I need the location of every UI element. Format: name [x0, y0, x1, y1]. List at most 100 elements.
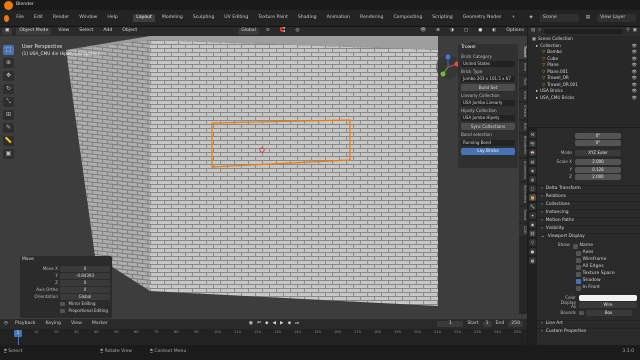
vd-check-row[interactable]: Texture Space [555, 271, 640, 278]
view-layer-tab-icon[interactable]: ▤ [529, 158, 536, 165]
section-motion-paths[interactable]: › Motion Paths [537, 217, 640, 225]
vd-check-row[interactable]: Axes [555, 250, 640, 257]
move-z-field[interactable]: 0 [60, 280, 110, 286]
visibility-eye-icon[interactable]: 👁 [632, 69, 640, 74]
move-y-field[interactable]: -0.84393 [60, 273, 110, 279]
sidebar-tab-trowel[interactable]: Trowel [519, 44, 527, 60]
overlay-toggle-icon[interactable]: ◑ [447, 28, 457, 35]
sidebar-tab-tool[interactable]: Tool [519, 75, 527, 87]
data-tab-icon[interactable]: ▽ [529, 239, 536, 246]
new-collection-icon[interactable]: ▣ [633, 29, 640, 34]
cursor-icon[interactable]: ⊕ [3, 58, 14, 68]
tab-animation[interactable]: Animation [324, 14, 353, 23]
object-tab-icon[interactable]: ■ [529, 194, 536, 201]
bond-dropdown[interactable]: Running Bond [461, 139, 515, 146]
next-key-icon[interactable]: ◆ [288, 321, 292, 327]
tab-rendering[interactable]: Rendering [357, 14, 386, 23]
show-axes-checkbox[interactable] [576, 251, 581, 256]
timeline-ruler[interactable]: 0102030405060708090100110120130140150160… [14, 330, 521, 337]
tab-scripting[interactable]: Scripting [429, 14, 455, 23]
texture-tab-icon[interactable]: ▦ [529, 257, 536, 264]
redo-check-row[interactable]: Mirror Editing [22, 300, 110, 307]
scene-tab-icon[interactable]: ◈ [529, 167, 536, 174]
gizmo-toggle-icon[interactable]: ⊕ [433, 28, 443, 35]
vd-check-row[interactable]: All Edges [555, 264, 640, 271]
shading-material-icon[interactable]: ◐ [489, 28, 499, 35]
visibility-eye-icon[interactable]: 👁 [632, 88, 640, 93]
world-tab-icon[interactable]: ◍ [529, 176, 536, 183]
timeline-editor-icon[interactable]: ◷ [4, 321, 8, 327]
rotation-y-field[interactable]: 0° [575, 132, 621, 139]
menu-select[interactable]: Select [76, 28, 96, 35]
sidebar-tab-create[interactable]: Create [519, 103, 527, 120]
outliner-editor-icon[interactable]: ▤ [531, 29, 535, 34]
tab-shading[interactable]: Shading [295, 14, 320, 23]
proportional-icon[interactable]: ◎ [292, 28, 302, 35]
output-tab-icon[interactable]: 🖶 [529, 149, 536, 156]
transform-icon[interactable]: ⊞ [3, 110, 14, 120]
bounds-checkbox[interactable] [579, 310, 584, 315]
scale-x-field[interactable]: 2.000 [575, 159, 621, 166]
show-shadow-checkbox[interactable] [576, 279, 581, 284]
editor-type-icon[interactable]: ▣ [2, 28, 13, 35]
section-instancing[interactable]: › Instancing [537, 209, 640, 217]
menu-window[interactable]: Window [76, 14, 100, 23]
section-viewport-display[interactable]: ⌄ Viewport Display [537, 233, 640, 241]
scale-z-field[interactable]: 2.000 [575, 174, 621, 181]
brick-type-dropdown[interactable]: Jumbo 203 x 101.5 x 67 [461, 76, 515, 82]
select-box-icon[interactable]: ⬚ [3, 45, 14, 55]
play-icon[interactable]: ▶ [280, 321, 284, 327]
move-icon[interactable]: ✥ [3, 71, 14, 81]
sidebar-tab-sketchfab[interactable]: Sketchfab [519, 183, 527, 205]
visibility-eye-icon[interactable]: 👁 [632, 43, 640, 48]
vd-check-row[interactable]: In Front [555, 285, 640, 292]
modifier-tab-icon[interactable]: 🔧 [529, 203, 536, 210]
jump-end-icon[interactable]: ⏭ [295, 321, 299, 327]
lay-bricks-button[interactable]: Lay Bricks [461, 147, 515, 155]
section-visibility[interactable]: › Visibility [537, 225, 640, 233]
sidebar-tab-view[interactable]: View [519, 88, 527, 102]
brick-category-dropdown[interactable]: United States [461, 60, 515, 67]
menu-playback[interactable]: Playback [12, 320, 39, 329]
visibility-eye-icon[interactable]: 👁 [632, 62, 640, 67]
show-all-edges-checkbox[interactable] [576, 265, 581, 270]
tab-texture-paint[interactable]: Texture Paint [255, 14, 291, 23]
view-layer-selector[interactable]: View Layer [597, 13, 636, 23]
proportional-editing-checkbox[interactable] [60, 308, 65, 314]
sync-collections-button[interactable]: Sync Collections [461, 123, 515, 131]
sidebar-tab-item[interactable]: Item [519, 61, 527, 74]
lineardy-collection-field[interactable]: USA Jumbo Linearly [461, 100, 515, 107]
rotation-mode-dropdown[interactable]: XYZ Euler [575, 149, 621, 156]
vd-check-row[interactable]: Show Name [555, 243, 640, 250]
tool-tab-icon[interactable]: ⚒ [529, 131, 536, 138]
particles-tab-icon[interactable]: ✦ [529, 212, 536, 219]
xray-toggle-icon[interactable]: ▢ [461, 28, 471, 35]
filter-icon[interactable]: ⚲ [626, 29, 629, 34]
play-reverse-icon[interactable]: ◀ [273, 321, 277, 327]
show-texture-space-checkbox[interactable] [576, 272, 581, 277]
section-collections[interactable]: › Collections [537, 201, 640, 209]
tab-sculpting[interactable]: Sculpting [190, 14, 217, 23]
vd-check-row[interactable]: Wireframe [555, 257, 640, 264]
visibility-eye-icon[interactable]: 👁 [632, 49, 640, 54]
menu-marker[interactable]: Marker [89, 320, 111, 329]
show-name-checkbox[interactable] [573, 244, 578, 249]
timeline[interactable]: 0102030405060708090100110120130140150160… [0, 329, 527, 345]
scale-y-field[interactable]: 0.128 [575, 166, 621, 173]
render-tab-icon[interactable]: 📷 [529, 140, 536, 147]
menu-object[interactable]: Object [119, 28, 140, 35]
material-tab-icon[interactable]: ● [529, 248, 536, 255]
visibility-eye-icon[interactable]: 👁 [632, 82, 640, 87]
physics-tab-icon[interactable]: ◉ [529, 221, 536, 228]
start-frame-field[interactable]: 1 [482, 320, 492, 328]
tab-uv-editing[interactable]: UV Editing [221, 14, 251, 23]
visibility-eye-icon[interactable]: 👁 [632, 95, 640, 100]
constraints-tab-icon[interactable]: ⛓ [529, 230, 536, 237]
add-cube-icon[interactable]: ▣ [3, 149, 14, 159]
rotation-z-field[interactable]: 0° [575, 140, 621, 147]
section-relations[interactable]: › Relations [537, 193, 640, 201]
menu-file[interactable]: File [13, 14, 27, 23]
outliner-search-input[interactable] [543, 29, 624, 34]
jump-start-icon[interactable]: ⏮ [257, 321, 261, 327]
visibility-eye-icon[interactable]: 👁 [632, 56, 640, 61]
